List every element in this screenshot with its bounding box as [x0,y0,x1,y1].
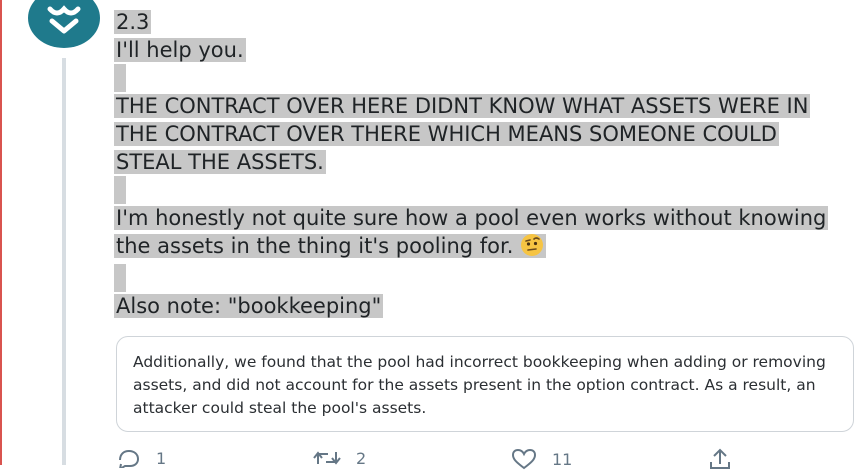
like-count: 11 [552,449,573,469]
tweet-line: 2.3 [114,10,152,34]
reply-button[interactable]: 1 [116,448,166,468]
quoted-excerpt[interactable]: Additionally, we found that the pool had… [116,336,854,432]
thread-line [62,58,66,465]
quoted-excerpt-text: Additionally, we found that the pool had… [133,353,826,417]
like-button[interactable]: 11 [510,448,572,470]
share-button[interactable] [708,448,746,470]
tweet-line: STEAL THE ASSETS. [114,150,326,174]
left-edge-rule [0,0,2,465]
logo-icon [47,5,81,34]
face-with-raised-eyebrow-emoji-icon [520,233,544,264]
reply-icon [119,449,140,468]
tweet-body: 2.3 I'll help you. THE CONTRACT OVER HER… [114,8,854,320]
avatar[interactable] [28,0,100,48]
tweet-actions: 1 2 11 [116,448,856,470]
tweet-line: I'm honestly not quite sure how a pool e… [114,206,829,230]
tweet-line: Also note: "bookkeeping" [114,294,384,318]
tweet-line: THE CONTRACT OVER THERE WHICH MEANS SOME… [114,122,779,146]
tweet-line: the assets in the thing it's pooling for… [116,234,514,258]
retweet-icon [313,451,341,465]
heart-icon [511,448,537,470]
tweet-line: I'll help you. [114,38,246,62]
retweet-button[interactable]: 2 [312,448,366,468]
share-icon [710,448,730,469]
tweet-line: THE CONTRACT OVER HERE DIDNT KNOW WHAT A… [114,94,811,118]
